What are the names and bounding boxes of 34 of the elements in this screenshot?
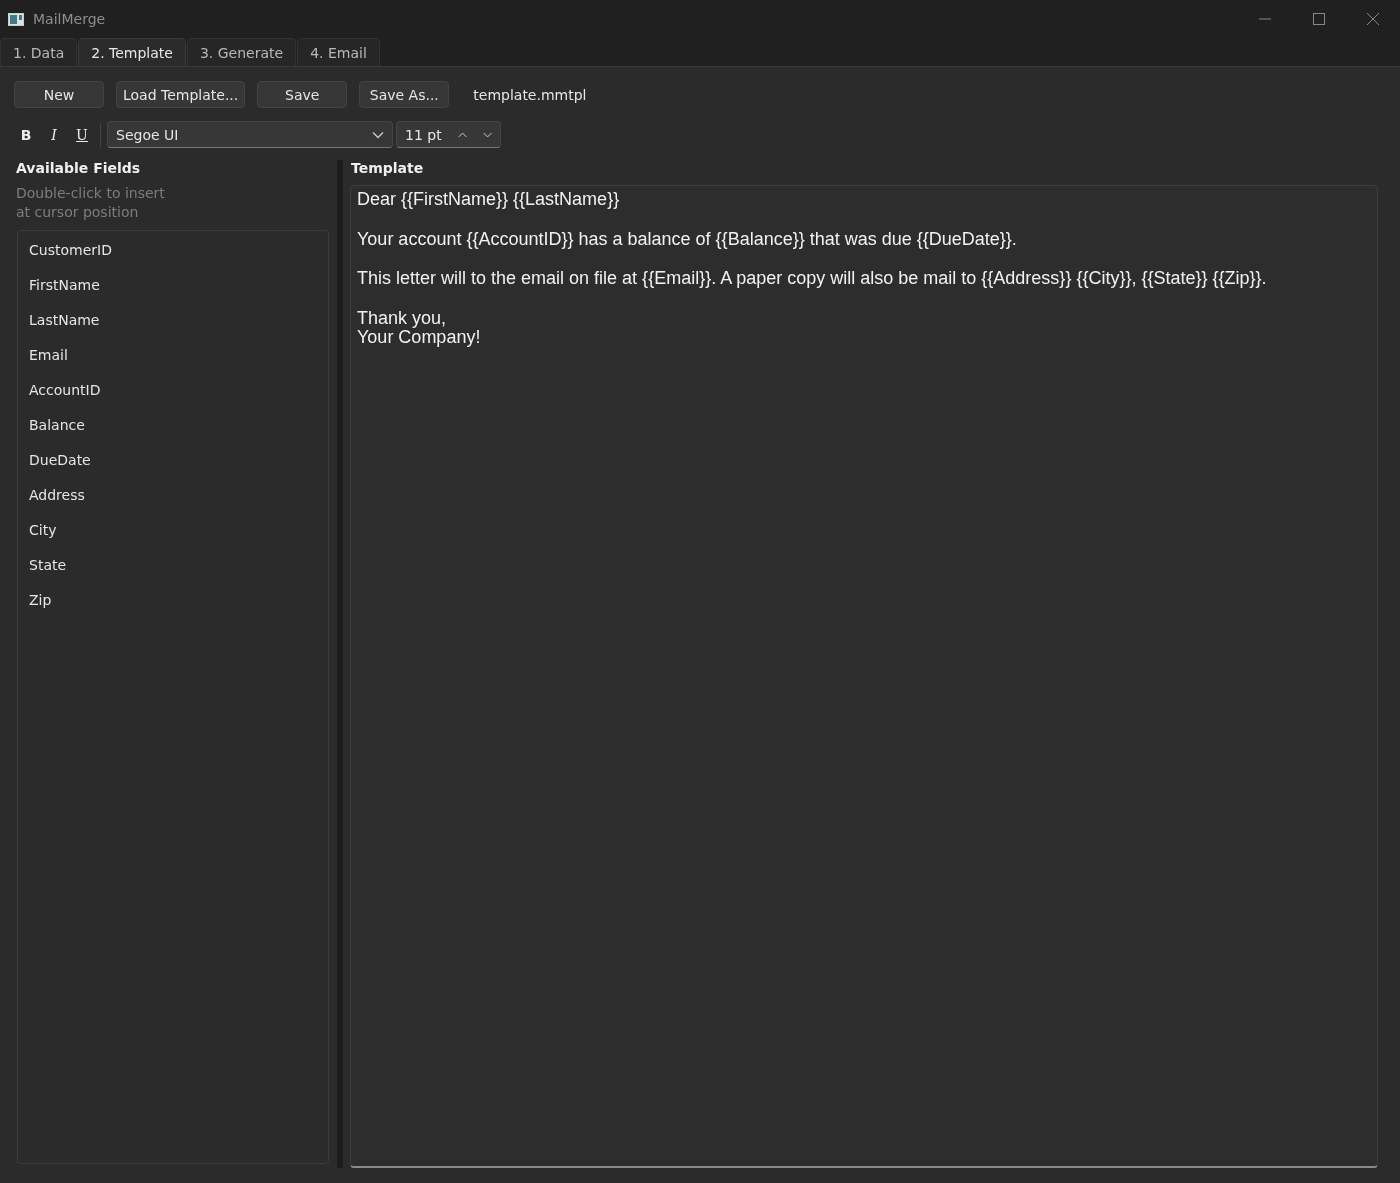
new-button[interactable]: New [14,81,104,108]
file-name: template.mmtpl [473,86,587,103]
field-item[interactable]: LastName [18,303,328,338]
template-text: Dear {{FirstName}} {{LastName}} [357,190,620,210]
bold-button[interactable]: B [14,120,38,149]
field-item[interactable]: State [18,548,328,583]
tab[interactable]: 4. Email [297,38,380,66]
field-item[interactable]: CustomerID [18,233,328,268]
italic-button[interactable]: I [42,120,66,149]
panel-title: Available Fields [16,160,142,178]
underline-button[interactable]: U [70,120,94,149]
panel-title: Template [350,160,425,178]
save-button[interactable]: Save [257,81,348,108]
field-item[interactable]: AccountID [18,373,328,408]
hint-text: Double-click to insert at cursor position [16,184,166,222]
template-text: Thank you, [357,308,447,328]
window-title: MailMerge [33,11,107,27]
field-item[interactable]: Balance [18,408,328,443]
field-item[interactable]: FirstName [18,268,328,303]
field-item[interactable]: Zip [18,583,328,618]
save-as-button[interactable]: Save As... [359,81,450,108]
font-size-spinner[interactable]: 11 pt [396,121,501,148]
field-item[interactable]: DueDate [18,443,328,478]
font-dropdown[interactable]: Segoe UI [107,121,393,148]
tab[interactable]: 2. Template [78,38,186,66]
field-item[interactable]: Address [18,478,328,513]
template-text: Your Company! [357,328,481,348]
load-template-button[interactable]: Load Template... [116,81,246,108]
template-text: Your account {{AccountID}} has a balance of {{Balance}} that was due {{DueDate}}. [357,229,1017,249]
template-text: This letter will to the email on file at {{Email}}. A paper copy will also be mail to {{Address}} {{City}}, {{State}} {{Zip}}. [357,269,1267,289]
field-item[interactable]: City [18,513,328,548]
tab[interactable]: 3. Generate [186,38,297,66]
field-item[interactable]: Email [18,338,328,373]
tab[interactable]: 1. Data [0,38,78,66]
